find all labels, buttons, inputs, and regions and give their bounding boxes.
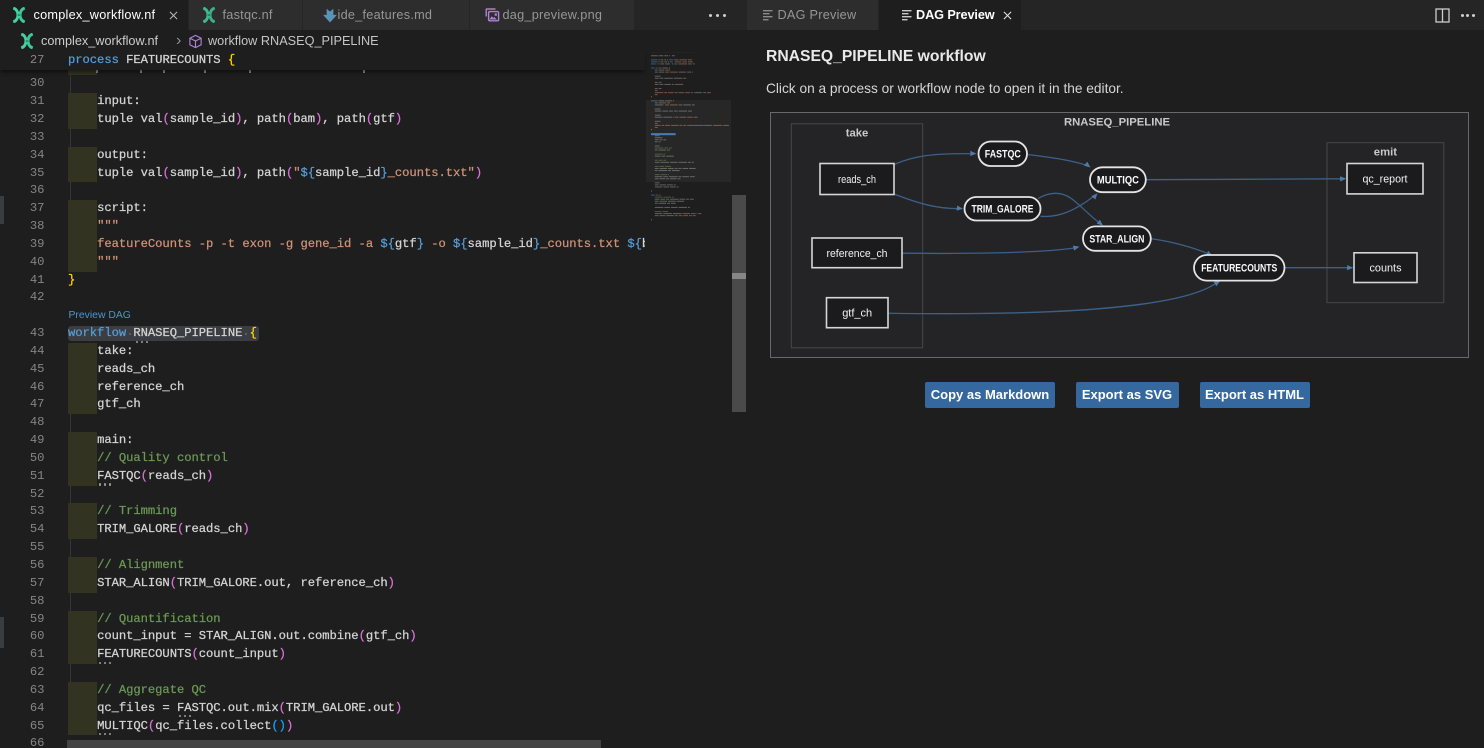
svg-text:counts: counts	[1370, 263, 1402, 275]
svg-text:gtf_ch: gtf_ch	[842, 308, 872, 320]
svg-text:TRIM_GALORE: TRIM_GALORE	[972, 204, 1034, 216]
svg-text:FEATURECOUNTS: FEATURECOUNTS	[1201, 263, 1277, 275]
svg-text:take: take	[846, 128, 869, 140]
svg-text:reads_ch: reads_ch	[838, 174, 876, 186]
svg-text:RNASEQ_PIPELINE: RNASEQ_PIPELINE	[1064, 117, 1171, 129]
svg-text:reference_ch: reference_ch	[827, 248, 888, 260]
svg-text:STAR_ALIGN: STAR_ALIGN	[1089, 233, 1144, 245]
svg-text:FASTQC: FASTQC	[985, 149, 1021, 161]
svg-text:MULTIQC: MULTIQC	[1097, 175, 1139, 187]
svg-text:qc_report: qc_report	[1363, 174, 1409, 186]
svg-text:emit: emit	[1374, 147, 1397, 159]
